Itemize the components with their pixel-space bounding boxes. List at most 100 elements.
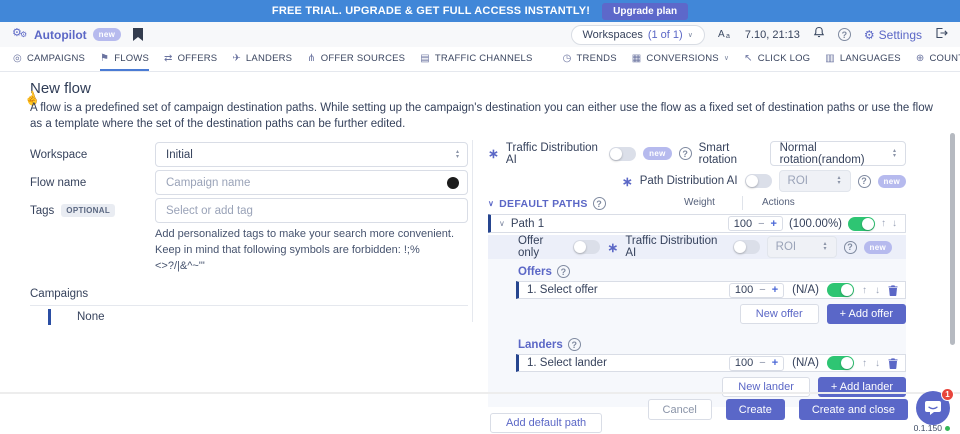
brand-name: Autopilot (34, 28, 87, 42)
offer-select[interactable]: 1. Select offer (527, 284, 598, 296)
footer-divider (0, 392, 960, 394)
create-button[interactable]: Create (726, 399, 785, 420)
cancel-button[interactable]: Cancel (648, 399, 712, 420)
upgrade-plan-button[interactable]: Upgrade plan (602, 3, 688, 20)
add-default-path-button[interactable]: Add default path (490, 413, 602, 433)
vertical-divider (472, 140, 473, 322)
click-log-icon: ↖ (744, 53, 753, 64)
move-down-icon[interactable]: ↓ (875, 285, 880, 296)
flow-name-row: Flow name (30, 170, 468, 195)
chat-launcher[interactable]: 1 (916, 391, 950, 425)
path-ai-help-icon[interactable]: ? (858, 175, 871, 188)
row-accent-bar (48, 309, 51, 325)
translate-icon[interactable]: Aa (718, 26, 732, 44)
nav-landers[interactable]: ✈LANDERS (232, 47, 292, 71)
offers-help-icon[interactable]: ? (557, 265, 570, 278)
path-weight-stepper[interactable]: 100 − + (728, 216, 783, 231)
minus-button[interactable]: − (759, 284, 765, 296)
gear-icon: ⚙ (864, 28, 875, 42)
svg-text:A: A (718, 29, 725, 39)
nav-label: CONVERSIONS (646, 53, 718, 64)
nav-offer-sources[interactable]: ⋔OFFER SOURCES (307, 47, 405, 71)
minus-button[interactable]: − (759, 357, 765, 369)
plus-button[interactable]: + (771, 218, 777, 230)
flow-name-input[interactable] (155, 170, 468, 195)
nav-conversions[interactable]: ▦CONVERSIONS∨ (632, 47, 729, 71)
nav-offers[interactable]: ⇄OFFERS (164, 47, 217, 71)
campaigns-label: Campaigns (30, 288, 468, 300)
color-dot[interactable] (447, 177, 459, 189)
ai-icon: ∗ (488, 147, 499, 160)
bookmark-icon[interactable] (133, 28, 143, 41)
brand-autopilot[interactable]: ⚙⚙ Autopilot new (12, 28, 121, 42)
tags-input[interactable] (155, 198, 468, 223)
svg-text:a: a (726, 33, 730, 39)
plus-button[interactable]: + (772, 284, 778, 296)
paths-panel: ∗ Traffic Distribution AI new ? Smart ro… (488, 141, 906, 433)
offer-only-toggle[interactable] (573, 240, 600, 254)
new-lander-button[interactable]: New lander (722, 377, 810, 397)
landers-label: Landers (518, 339, 563, 351)
workspace-label: Workspace (30, 149, 155, 161)
settings-button[interactable]: ⚙ Settings (864, 28, 922, 42)
bell-icon[interactable] (813, 26, 825, 44)
tags-help-text: Add personalized tags to make your searc… (155, 227, 468, 275)
move-up-icon[interactable]: ↑ (881, 218, 886, 229)
move-up-icon[interactable]: ↑ (862, 285, 867, 296)
panel-scrollbar[interactable] (950, 133, 955, 345)
new-offer-button[interactable]: New offer (740, 304, 819, 324)
create-and-close-button[interactable]: Create and close (799, 399, 908, 420)
traffic-ai-help-icon[interactable]: ? (844, 241, 857, 254)
nav-campaigns[interactable]: ◎CAMPAIGNS (13, 47, 85, 71)
smart-rotation-help-icon[interactable]: ? (679, 147, 692, 160)
nav-click-log[interactable]: ↖CLICK LOG (744, 47, 810, 71)
divider (30, 305, 468, 306)
path-ai-toggle[interactable] (745, 174, 772, 188)
page-description: A flow is a predefined set of campaign d… (30, 100, 935, 132)
chevron-down-icon: ∨ (488, 199, 494, 208)
flows-icon: ⚑ (100, 53, 109, 64)
landers-help-icon[interactable]: ? (568, 338, 581, 351)
logout-icon[interactable] (935, 26, 948, 44)
status-dot (945, 426, 950, 431)
path-traffic-ai-metric-select: ROI ▴▾ (767, 236, 837, 258)
offer-weight-stepper[interactable]: 100 − + (729, 283, 784, 298)
add-lander-button[interactable]: + Add lander (818, 377, 906, 397)
settings-label: Settings (879, 28, 922, 42)
default-paths-help-icon[interactable]: ? (593, 197, 606, 210)
chevron-down-icon[interactable]: ∨ (499, 219, 505, 228)
nav-countries[interactable]: ⊕COUNTRIES∨ (916, 47, 960, 71)
nav-flows[interactable]: ⚑FLOWS (100, 47, 149, 71)
offer-enabled-toggle[interactable] (827, 283, 854, 297)
chevron-down-icon: ∨ (688, 31, 693, 39)
smart-rotation-select[interactable]: Normal rotation(random) ▴▾ (770, 141, 906, 166)
default-paths-toggle[interactable]: ∨ DEFAULT PATHS ? (488, 197, 606, 210)
delete-lander-icon[interactable] (888, 358, 898, 369)
lander-select[interactable]: 1. Select lander (527, 357, 607, 369)
lander-enabled-toggle[interactable] (827, 356, 854, 370)
add-offer-button[interactable]: + Add offer (827, 304, 906, 324)
lander-weight-stepper[interactable]: 100 − + (729, 356, 784, 371)
help-icon[interactable]: ? (838, 28, 851, 41)
tags-label: Tags (30, 205, 54, 217)
flow-name-label: Flow name (30, 177, 155, 189)
workspaces-selector[interactable]: Workspaces (1 of 1) ∨ (571, 25, 705, 45)
move-down-icon[interactable]: ↓ (875, 358, 880, 369)
nav-languages[interactable]: ▥LANGUAGES (825, 47, 901, 71)
nav-traffic-channels[interactable]: ▤TRAFFIC CHANNELS (420, 47, 532, 71)
path-traffic-ai-toggle[interactable] (733, 240, 760, 254)
column-divider (742, 196, 743, 210)
traffic-ai-toggle[interactable] (609, 147, 636, 161)
offer-only-label: Offer only (518, 235, 566, 259)
move-up-icon[interactable]: ↑ (862, 358, 867, 369)
plus-button[interactable]: + (772, 357, 778, 369)
nav-trends[interactable]: ◷TRENDS (563, 47, 617, 71)
smart-rotation-value: Normal rotation(random) (780, 142, 885, 166)
footer-actions: Cancel Create Create and close (648, 399, 908, 420)
move-down-icon[interactable]: ↓ (892, 218, 897, 229)
path-enabled-toggle[interactable] (848, 217, 875, 231)
workspace-select[interactable]: Initial (155, 142, 468, 167)
default-paths-label: DEFAULT PATHS (499, 198, 587, 210)
minus-button[interactable]: − (758, 218, 764, 230)
delete-offer-icon[interactable] (888, 285, 898, 296)
